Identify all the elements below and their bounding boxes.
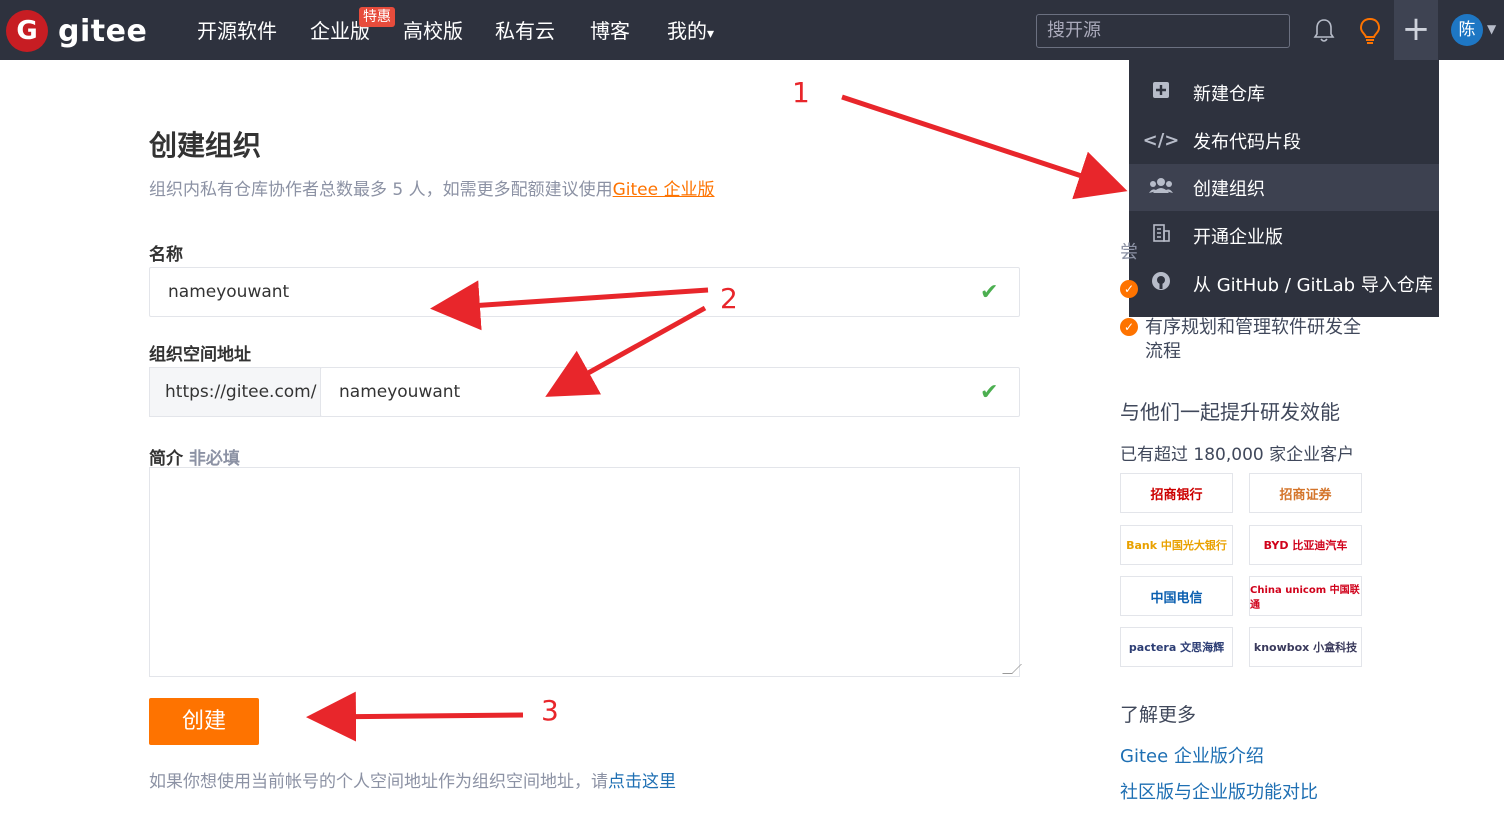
arrow-3 [306,691,524,742]
step-label-3: 3 [541,694,559,727]
step-label-1: 1 [792,76,810,109]
arrow-2b [545,305,707,397]
step-label-2: 2 [720,282,738,315]
annotation-arrows [306,94,1128,742]
arrow-1 [841,94,1128,200]
arrow-2a [430,280,709,331]
